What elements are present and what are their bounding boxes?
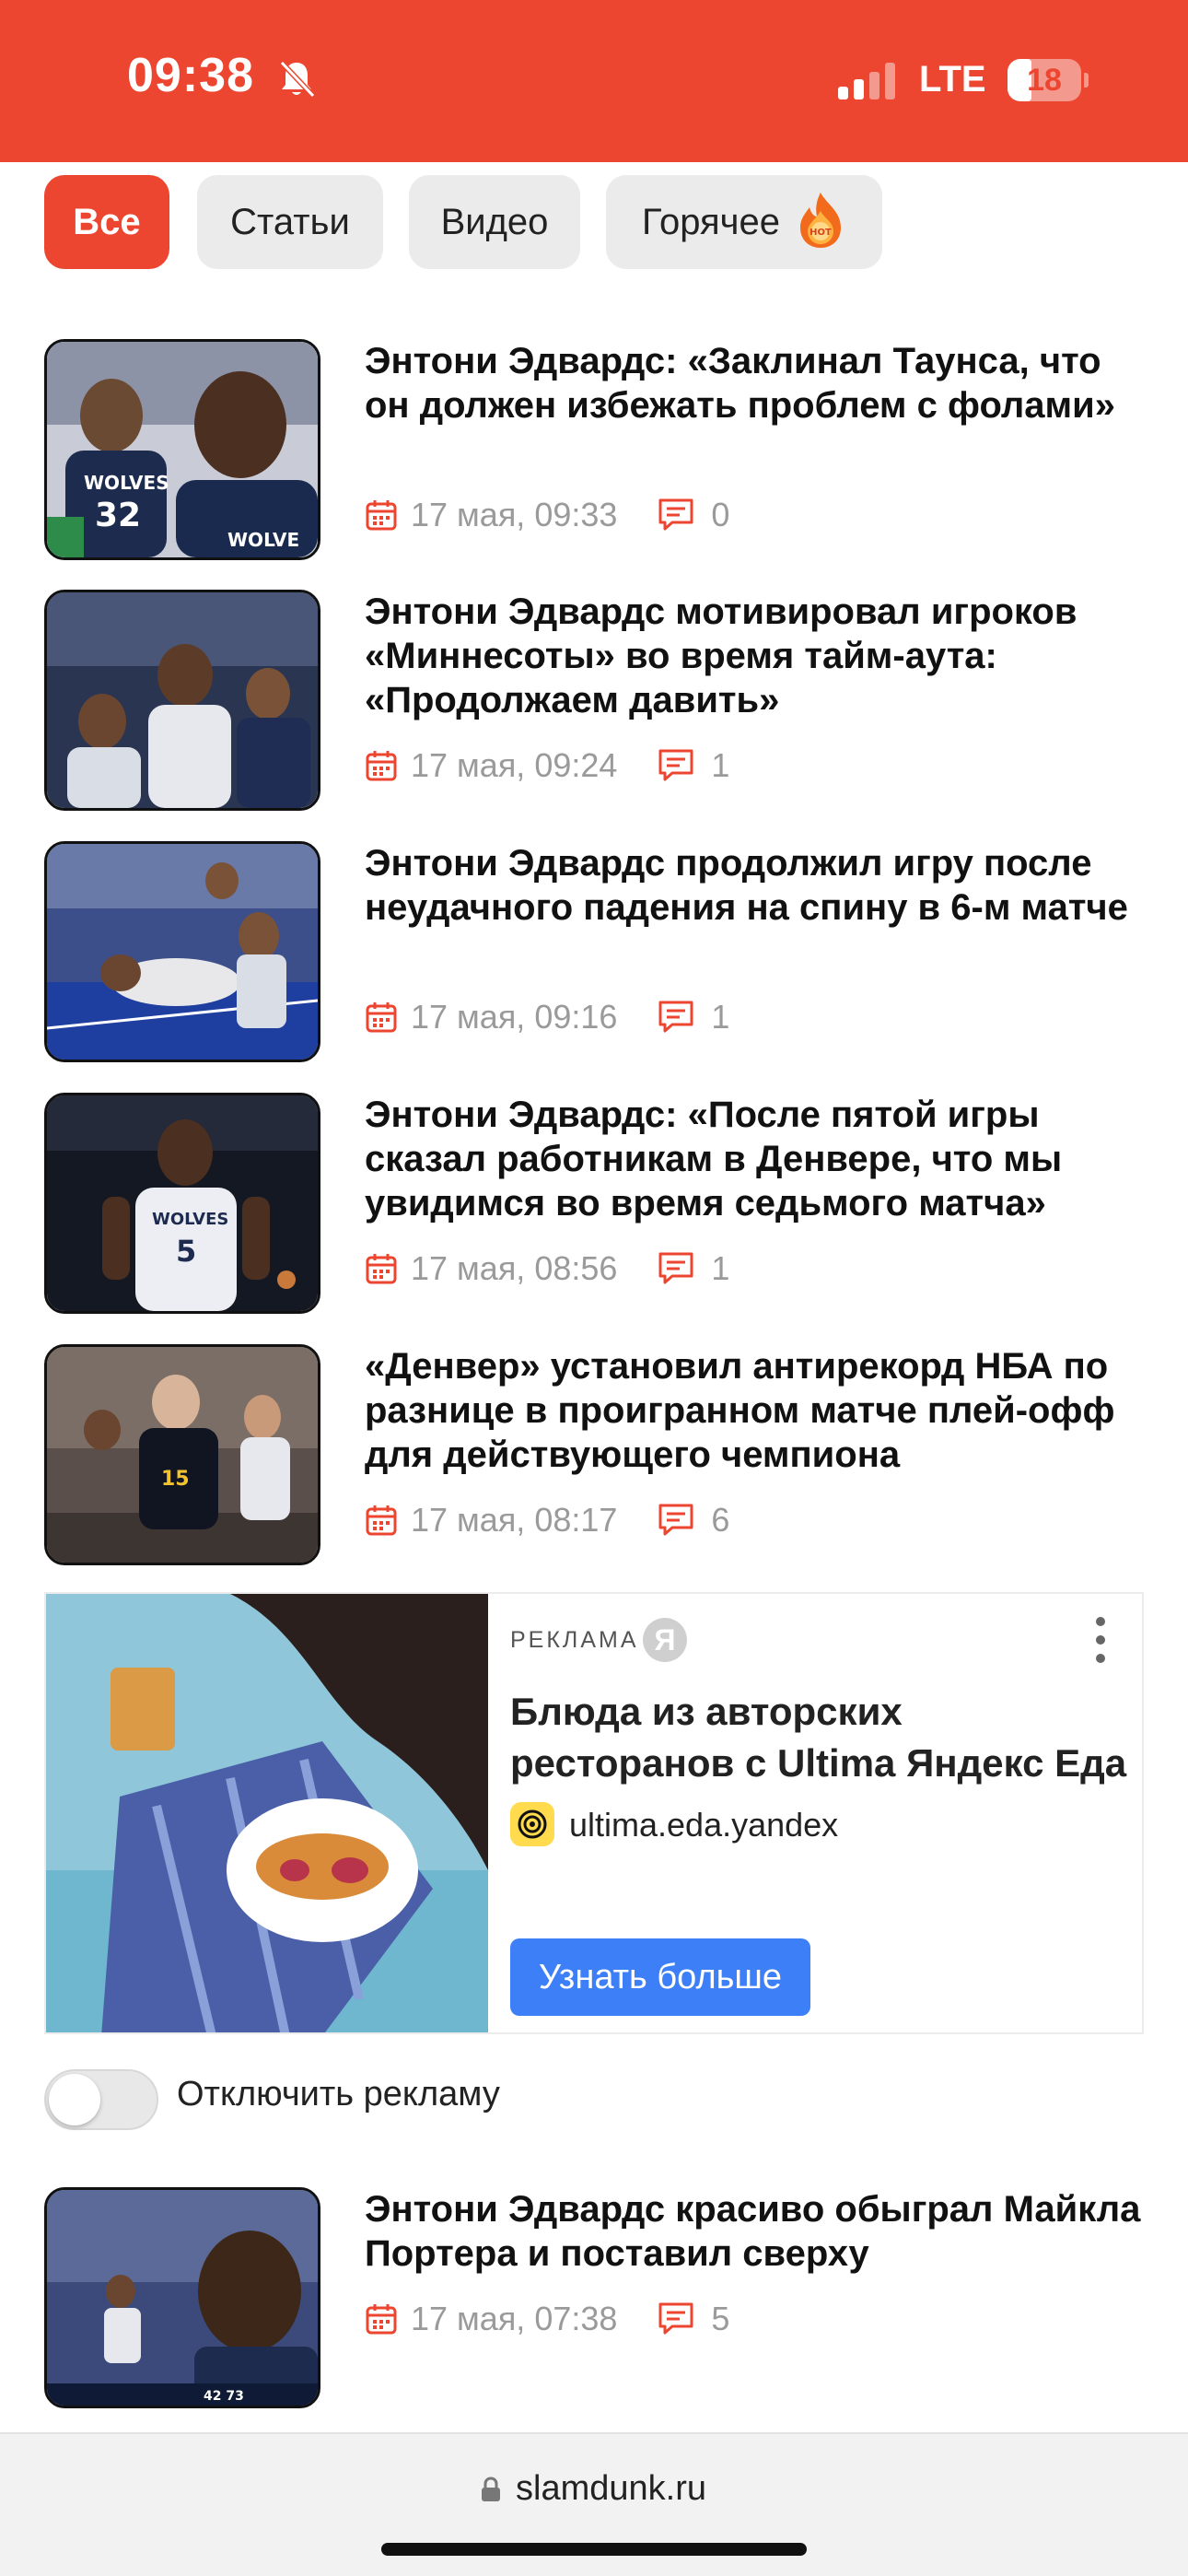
home-indicator[interactable] bbox=[381, 2543, 807, 2556]
article-thumbnail[interactable]: 42 73 bbox=[44, 2187, 320, 2408]
calendar-icon bbox=[366, 500, 397, 531]
url-text[interactable]: slamdunk.ru bbox=[516, 2469, 706, 2509]
article-comment-count[interactable]: 1 bbox=[711, 746, 729, 785]
comment-icon bbox=[658, 749, 693, 781]
tab-articles[interactable]: Статьи bbox=[197, 175, 383, 269]
eda-spiral-icon bbox=[510, 1802, 554, 1846]
comment-icon bbox=[658, 2302, 693, 2335]
article-meta: 17 мая, 08:17 6 bbox=[365, 1499, 729, 1541]
article-thumbnail[interactable]: WOLVES 5 bbox=[44, 1093, 320, 1314]
article-title[interactable]: «Денвер» установил антирекорд НБА по раз… bbox=[365, 1344, 1146, 1477]
svg-text:32: 32 bbox=[95, 497, 141, 534]
article-meta: 17 мая, 08:56 1 bbox=[365, 1247, 729, 1290]
article-comment-count[interactable]: 1 bbox=[711, 1249, 729, 1288]
article-date: 17 мая, 08:17 bbox=[411, 1501, 618, 1539]
svg-text:15: 15 bbox=[161, 1468, 190, 1491]
svg-text:WOLVE: WOLVE bbox=[227, 529, 299, 551]
svg-text:WOLVES: WOLVES bbox=[152, 1210, 228, 1229]
article-item[interactable]: WOLVES 32 WOLVE Энтони Эдвардс: «Заклина… bbox=[44, 339, 1146, 560]
article-thumbnail[interactable] bbox=[44, 841, 320, 1062]
article-thumbnail[interactable]: WOLVES 32 WOLVE bbox=[44, 339, 320, 560]
ad-image[interactable] bbox=[46, 1594, 488, 2034]
article-title[interactable]: Энтони Эдвардс мотивировал игроков «Минн… bbox=[365, 590, 1146, 722]
browser-address-bar[interactable]: slamdunk.ru bbox=[0, 2432, 1188, 2576]
signal-icon bbox=[838, 63, 895, 100]
calendar-icon bbox=[366, 1505, 397, 1536]
calendar-icon bbox=[366, 751, 397, 781]
ad-banner[interactable]: РЕКЛАМА Я Блюда из авторских ресторанов … bbox=[44, 1592, 1144, 2034]
article-date: 17 мая, 09:24 bbox=[411, 746, 618, 784]
article-date: 17 мая, 09:33 bbox=[411, 496, 618, 533]
yandex-logo-icon: Я bbox=[643, 1618, 687, 1662]
article-date: 17 мая, 08:56 bbox=[411, 1249, 618, 1287]
article-meta: 17 мая, 09:33 0 bbox=[365, 494, 729, 536]
article-meta: 17 мая, 09:24 1 bbox=[365, 744, 729, 787]
svg-text:5: 5 bbox=[176, 1234, 196, 1269]
battery-icon: 18 bbox=[1007, 59, 1089, 101]
more-options-icon[interactable] bbox=[1094, 1614, 1107, 1666]
svg-text:WOLVES: WOLVES bbox=[84, 472, 169, 494]
network-type: LTE bbox=[919, 59, 986, 100]
ad-learn-more-button[interactable]: Узнать больше bbox=[510, 1938, 810, 2016]
ad-title[interactable]: Блюда из авторских ресторанов с Ultima Я… bbox=[510, 1686, 1136, 1789]
toggle-knob bbox=[49, 2074, 100, 2125]
svg-text:HOT: HOT bbox=[809, 228, 832, 238]
tab-hot[interactable]: Горячее HOT bbox=[606, 175, 882, 269]
disable-ads-label[interactable]: Отключить рекламу bbox=[177, 2075, 500, 2114]
tab-hot-label: Горячее bbox=[641, 202, 781, 242]
comment-icon bbox=[658, 1252, 693, 1284]
status-time: 09:38 bbox=[127, 49, 254, 102]
article-comment-count[interactable]: 0 bbox=[711, 496, 729, 534]
article-date: 17 мая, 09:16 bbox=[411, 998, 618, 1036]
article-item[interactable]: 42 73 Энтони Эдвардс красиво обыграл Май… bbox=[44, 2187, 1146, 2408]
lock-icon bbox=[482, 2476, 500, 2501]
article-comment-count[interactable]: 1 bbox=[711, 998, 729, 1036]
tab-video[interactable]: Видео bbox=[409, 175, 580, 269]
article-meta: 17 мая, 07:38 5 bbox=[365, 2298, 729, 2340]
comment-icon bbox=[658, 1001, 693, 1033]
svg-text:42 73: 42 73 bbox=[204, 2389, 244, 2404]
flame-hot-icon: HOT bbox=[800, 193, 842, 249]
calendar-icon bbox=[366, 2304, 397, 2335]
article-date: 17 мая, 07:38 bbox=[411, 2300, 618, 2337]
status-bar: 09:38 LTE 18 bbox=[0, 0, 1188, 162]
article-comment-count[interactable]: 5 bbox=[711, 2300, 729, 2338]
battery-level: 18 bbox=[1027, 63, 1062, 98]
calendar-icon bbox=[366, 1002, 397, 1033]
ad-domain[interactable]: ultima.eda.yandex bbox=[569, 1806, 838, 1844]
article-title[interactable]: Энтони Эдвардс: «После пятой игры сказал… bbox=[365, 1093, 1146, 1225]
calendar-icon bbox=[366, 1254, 397, 1284]
comment-icon bbox=[658, 1504, 693, 1536]
ad-label: РЕКЛАМА bbox=[510, 1627, 639, 1653]
article-meta: 17 мая, 09:16 1 bbox=[365, 996, 729, 1038]
article-item[interactable]: Энтони Эдвардс мотивировал игроков «Минн… bbox=[44, 590, 1146, 811]
article-item[interactable]: Энтони Эдвардс продолжил игру после неуд… bbox=[44, 841, 1146, 1062]
bell-muted-icon bbox=[279, 60, 316, 99]
article-title[interactable]: Энтони Эдвардс: «Заклинал Таунса, что он… bbox=[365, 339, 1146, 427]
article-title[interactable]: Энтони Эдвардс продолжил игру после неуд… bbox=[365, 841, 1146, 930]
disable-ads-toggle[interactable] bbox=[44, 2069, 158, 2130]
article-thumbnail[interactable] bbox=[44, 590, 320, 811]
article-thumbnail[interactable]: 15 bbox=[44, 1344, 320, 1565]
tab-all[interactable]: Все bbox=[44, 175, 169, 269]
article-title[interactable]: Энтони Эдвардс красиво обыграл Майкла По… bbox=[365, 2187, 1146, 2276]
article-item[interactable]: WOLVES 5 Энтони Эдвардс: «После пятой иг… bbox=[44, 1093, 1146, 1314]
article-item[interactable]: 15 «Денвер» установил антирекорд НБА по … bbox=[44, 1344, 1146, 1565]
article-comment-count[interactable]: 6 bbox=[711, 1501, 729, 1540]
comment-icon bbox=[658, 498, 693, 531]
